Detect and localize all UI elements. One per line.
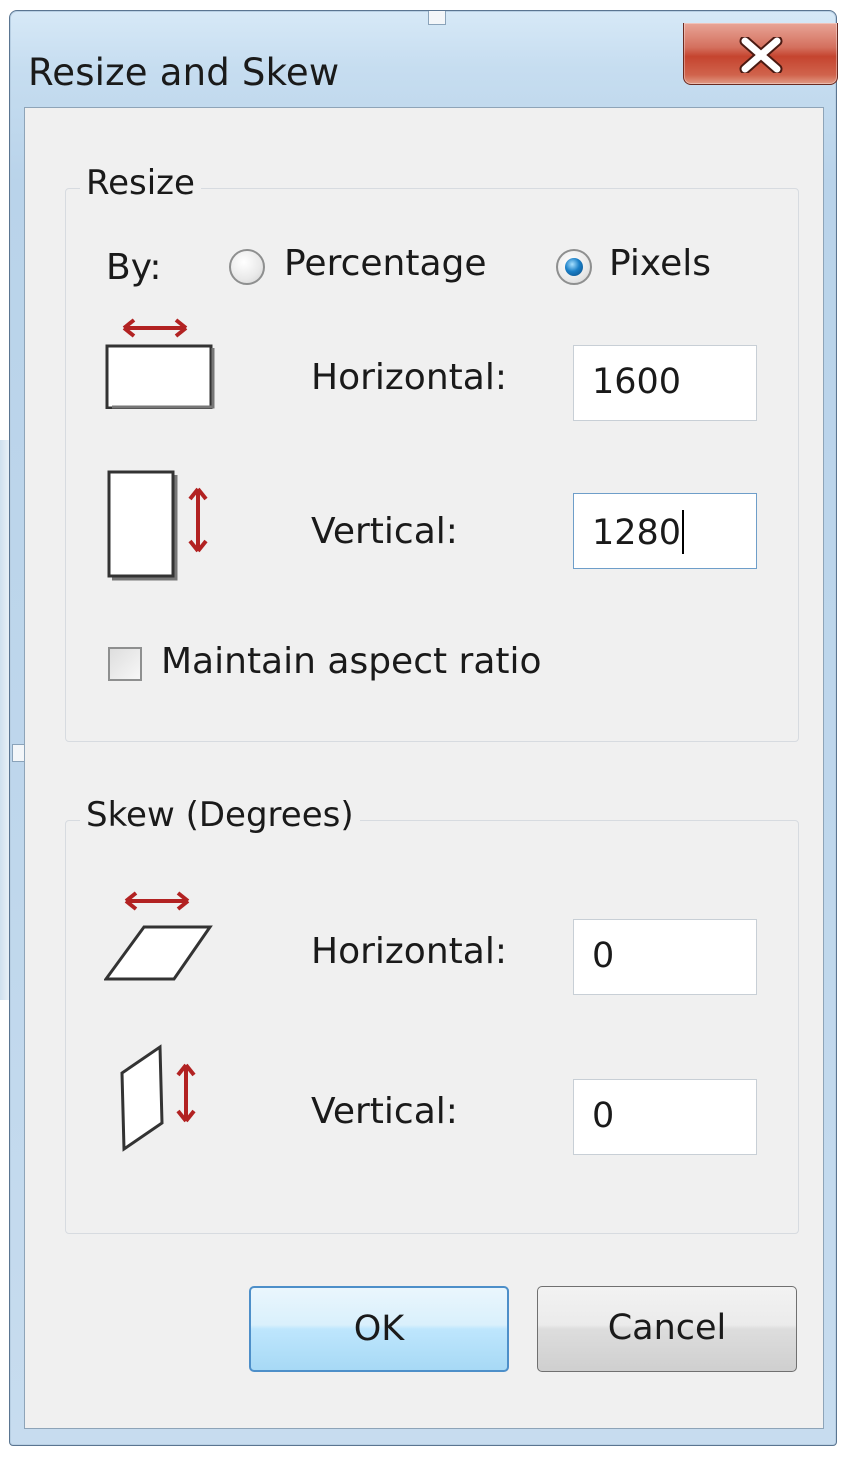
close-button[interactable] (683, 23, 838, 85)
skew-vertical-input[interactable]: 0 (573, 1079, 757, 1155)
dialog-client-area: Resize By: Percentage Pixels Horizontal:… (24, 107, 824, 1429)
skew-horizontal-label: Horizontal: (311, 931, 507, 972)
resize-horizontal-icon (105, 318, 215, 409)
skew-horizontal-icon (104, 891, 213, 981)
percentage-radio[interactable] (229, 249, 265, 285)
window-title: Resize and Skew (28, 51, 340, 94)
resize-skew-dialog: Resize and Skew Resize By: Percentage Pi… (9, 10, 838, 1446)
pixels-label[interactable]: Pixels (609, 243, 711, 284)
by-label: By: (106, 247, 162, 288)
skew-group: Skew (Degrees) Horizontal: 0 Vertical: 0 (65, 795, 799, 1234)
percentage-label[interactable]: Percentage (284, 243, 487, 284)
resize-vertical-icon (107, 470, 208, 581)
resize-grip[interactable] (428, 11, 446, 25)
maintain-aspect-label[interactable]: Maintain aspect ratio (161, 641, 542, 682)
resize-vertical-label: Vertical: (311, 511, 458, 552)
skew-vertical-label: Vertical: (311, 1091, 458, 1132)
resize-vertical-input[interactable]: 1280 (573, 493, 757, 569)
maintain-aspect-checkbox[interactable] (108, 647, 142, 681)
ok-button[interactable]: OK (249, 1286, 509, 1372)
cancel-button[interactable]: Cancel (537, 1286, 797, 1372)
resize-group: Resize By: Percentage Pixels Horizontal:… (65, 163, 799, 742)
close-icon (739, 37, 783, 73)
pixels-radio[interactable] (556, 249, 592, 285)
skew-horizontal-input[interactable]: 0 (573, 919, 757, 995)
text-caret (682, 510, 685, 554)
resize-horizontal-label: Horizontal: (311, 357, 507, 398)
resize-horizontal-input[interactable]: 1600 (573, 345, 757, 421)
skew-vertical-icon (120, 1044, 196, 1152)
skew-group-title: Skew (Degrees) (80, 795, 360, 835)
background-window-edge (0, 440, 9, 1000)
resize-vertical-value: 1280 (592, 513, 682, 553)
resize-group-title: Resize (80, 163, 201, 203)
